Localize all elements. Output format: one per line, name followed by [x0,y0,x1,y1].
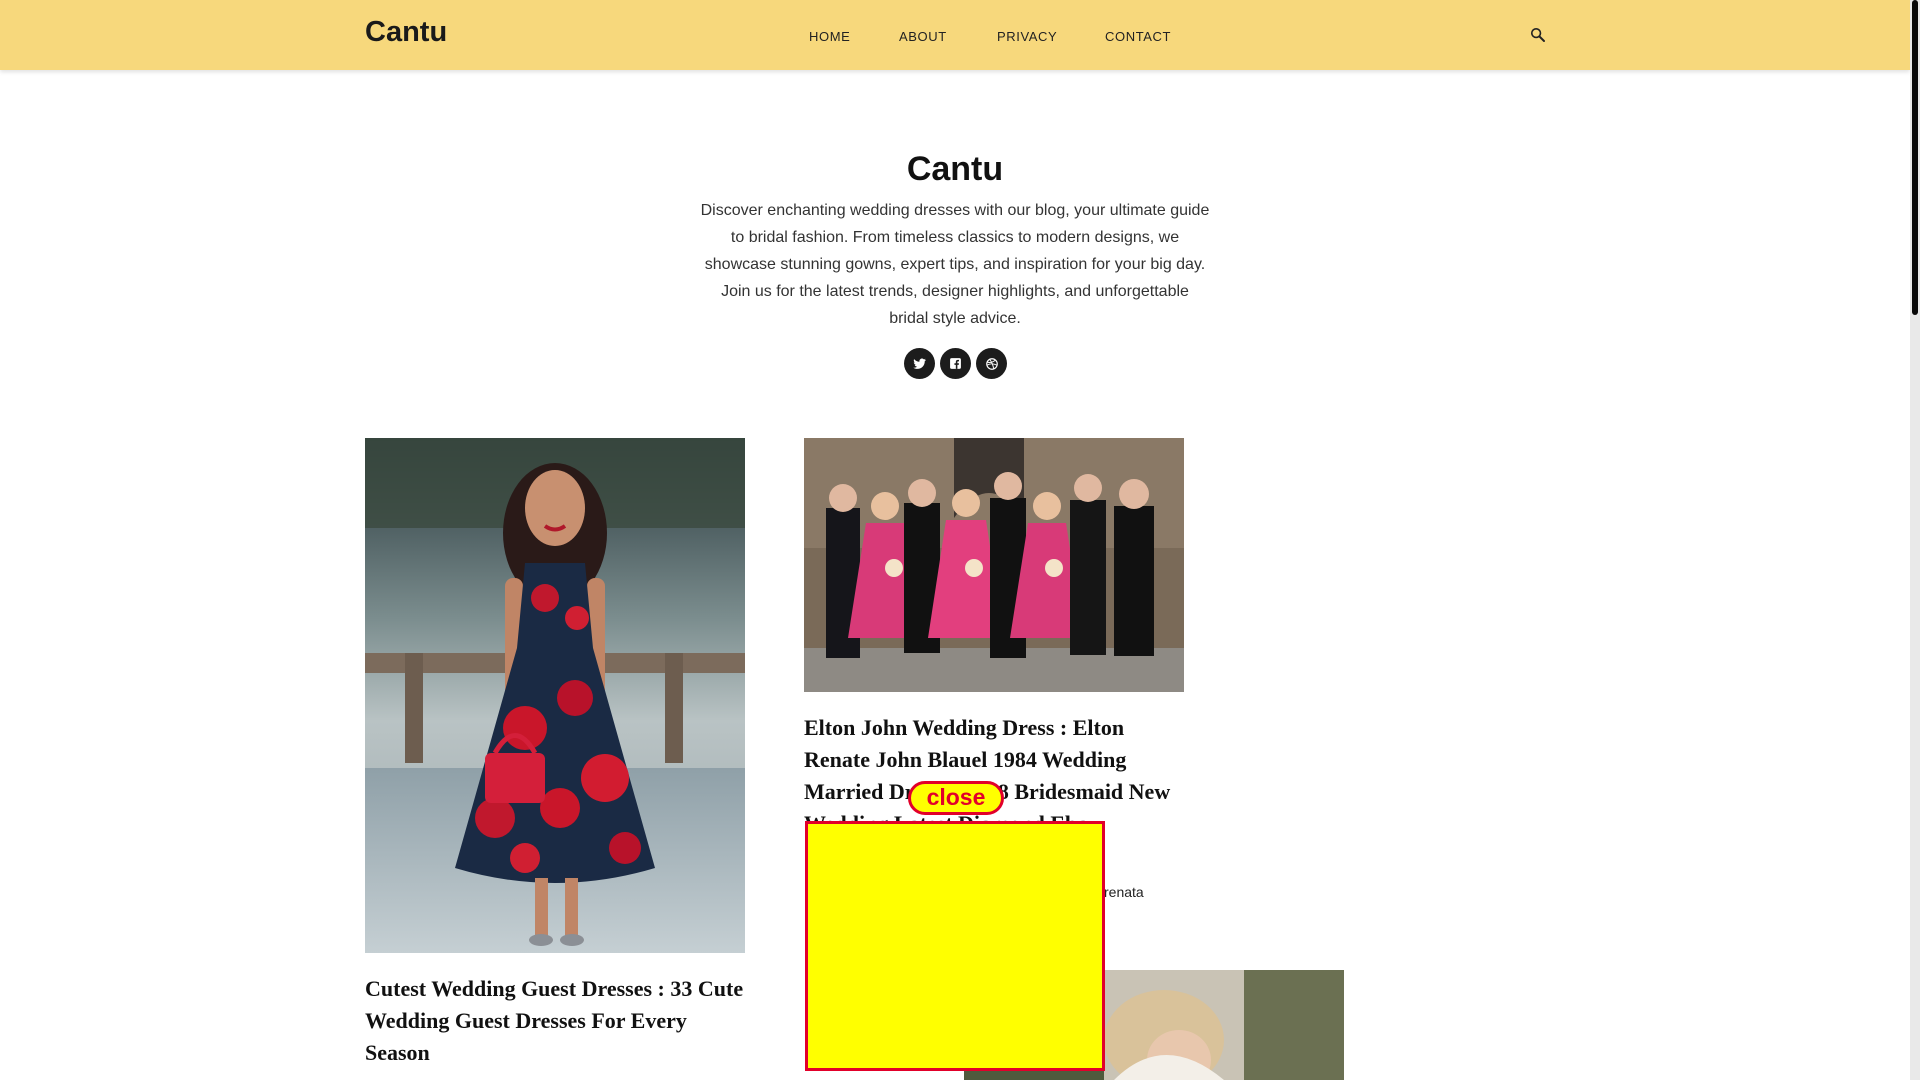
nav-about[interactable]: ABOUT [899,29,947,44]
site-header: Cantu HOME ABOUT PRIVACY CONTACT [0,0,1910,70]
site-title: Cantu [906,150,1004,188]
ad-banner[interactable] [805,821,1105,1071]
search-icon[interactable] [1529,26,1547,44]
scrollbar-thumb[interactable] [1912,0,1918,315]
twitter-icon[interactable] [904,348,935,379]
nav-privacy[interactable]: PRIVACY [997,29,1057,44]
post-image-floral-dress[interactable] [365,438,745,953]
nav-contact[interactable]: CONTACT [1105,29,1171,44]
nav-home[interactable]: HOME [809,29,850,44]
site-description: Discover enchanting wedding dresses with… [700,202,1210,327]
dribbble-icon[interactable] [976,348,1007,379]
post-author[interactable]: renata [1104,884,1144,900]
facebook-icon[interactable] [940,348,971,379]
post-image-wedding-party[interactable] [804,438,1184,692]
post-title[interactable]: Cutest Wedding Guest Dresses : 33 Cute W… [365,973,750,1069]
ad-close-button[interactable]: close [908,781,1004,815]
site-logo-text[interactable]: Cantu [365,16,447,49]
